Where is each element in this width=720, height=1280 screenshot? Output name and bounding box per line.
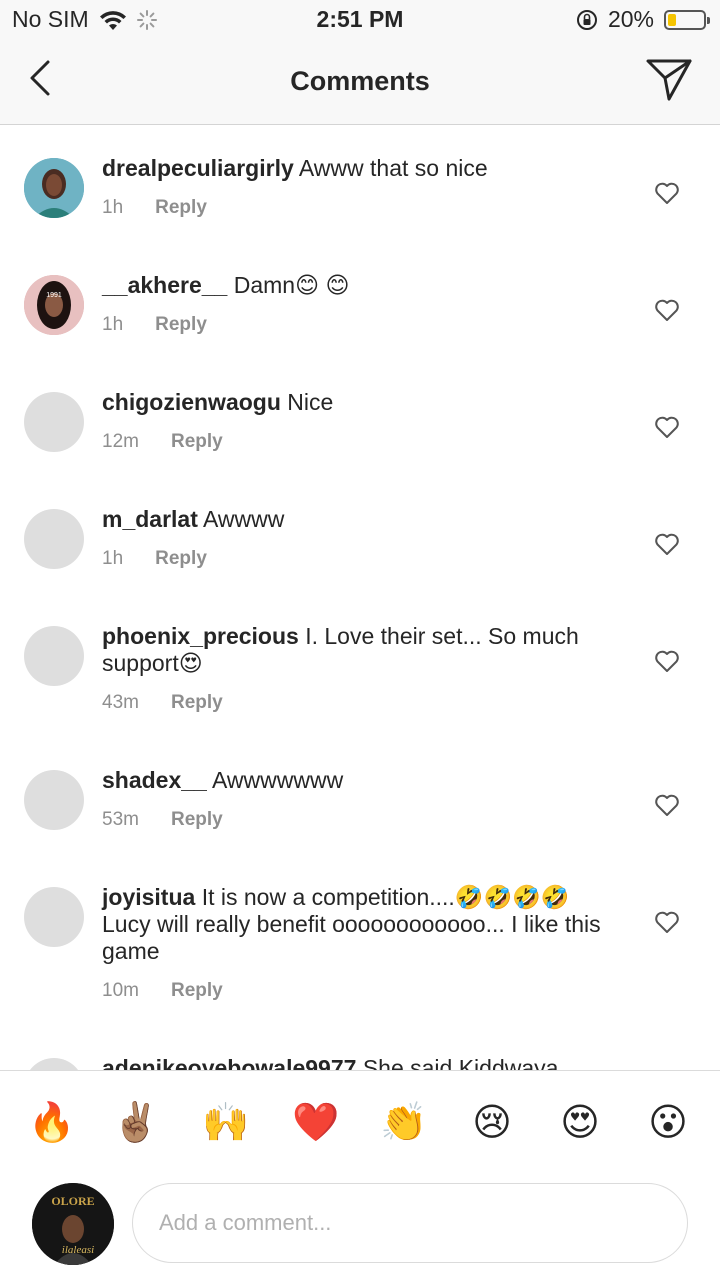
comment-body: Awwww: [203, 506, 285, 532]
comment-time: 10m: [102, 980, 139, 1001]
avatar-photo-icon: OLORE ilaleasi: [32, 1183, 114, 1265]
heart-outline-icon[interactable]: [654, 298, 680, 322]
heart-outline-icon[interactable]: [654, 793, 680, 817]
comment-body: Damn😊 😊: [233, 272, 350, 298]
emoji-clap-button[interactable]: 👏: [380, 1099, 428, 1147]
comment-username[interactable]: shadex__: [102, 767, 207, 793]
comment-text: phoenix_precious I. Love their set... So…: [102, 623, 622, 677]
comment-time: 1h: [102, 197, 124, 218]
comment-body: Nice: [287, 389, 334, 415]
my-avatar[interactable]: OLORE ilaleasi: [32, 1183, 114, 1265]
comment-input-container: [132, 1183, 688, 1263]
comment-text: chigozienwaogu Nice: [102, 389, 622, 416]
orientation-lock-icon: [576, 9, 597, 30]
comment-text: drealpeculiargirly Awww that so nice: [102, 155, 622, 182]
comment-meta: 1h Reply: [102, 197, 207, 219]
comment-body: She said Kiddwaya: [362, 1055, 559, 1070]
comment-time: 43m: [102, 692, 139, 713]
avatar[interactable]: [24, 158, 84, 218]
paper-plane-icon[interactable]: [644, 54, 694, 104]
comment-username[interactable]: m_darlat: [102, 506, 198, 532]
comment-text: adenikeoyebowale9977 She said Kiddwaya: [102, 1055, 622, 1070]
comment-text: __akhere__ Damn😊 😊: [102, 272, 622, 299]
comment-time: 1h: [102, 314, 124, 335]
comment-time: 1h: [102, 548, 124, 569]
comment-username[interactable]: joyisitua: [102, 884, 195, 910]
comment-meta: 10m Reply: [102, 980, 223, 1002]
reply-button[interactable]: Reply: [171, 809, 223, 831]
avatar-photo-icon: [24, 158, 84, 218]
avatar-label-top: OLORE: [51, 1194, 94, 1208]
emoji-bar: 🔥 ✌🏽 🙌 ❤️ 👏 😢 😍 😮: [0, 1070, 720, 1179]
comment-meta: 1h Reply: [102, 314, 207, 336]
comment-username[interactable]: chigozienwaogu: [102, 389, 281, 415]
reply-button[interactable]: Reply: [171, 431, 223, 453]
avatar[interactable]: [24, 392, 84, 452]
comment-meta: 43m Reply: [102, 692, 223, 714]
comment-meta: 12m Reply: [102, 431, 223, 453]
comment-input[interactable]: [157, 1184, 661, 1262]
heart-outline-icon[interactable]: [654, 181, 680, 205]
emoji-surprised-button[interactable]: 😮: [644, 1099, 692, 1147]
comment-text: shadex__ Awwwwwww: [102, 767, 622, 794]
battery-percent: 20%: [607, 6, 654, 32]
avatar[interactable]: 1991: [24, 275, 84, 335]
comment-text: m_darlat Awwww: [102, 506, 622, 533]
emoji-fire-button[interactable]: 🔥: [28, 1099, 76, 1147]
reply-button[interactable]: Reply: [155, 197, 207, 219]
heart-outline-icon[interactable]: [654, 649, 680, 673]
comments-list[interactable]: drealpeculiargirly Awww that so nice 1h …: [0, 125, 720, 1070]
comment-time: 53m: [102, 809, 139, 830]
comment-username[interactable]: phoenix_precious: [102, 623, 299, 649]
comment-body: Awwwwwww: [211, 767, 344, 793]
avatar[interactable]: [24, 887, 84, 947]
emoji-victory-button[interactable]: ✌🏽: [112, 1099, 160, 1147]
comment-meta: 53m Reply: [102, 809, 223, 831]
avatar-label-script: ilaleasi: [62, 1244, 94, 1256]
emoji-raised-hands-button[interactable]: 🙌: [202, 1099, 250, 1147]
battery-icon: [664, 9, 710, 30]
emoji-heart-button[interactable]: ❤️: [292, 1099, 340, 1147]
reply-button[interactable]: Reply: [155, 548, 207, 570]
avatar[interactable]: [24, 509, 84, 569]
heart-outline-icon[interactable]: [654, 910, 680, 934]
emoji-heart-eyes-button[interactable]: 😍: [556, 1099, 604, 1147]
reply-button[interactable]: Reply: [171, 980, 223, 1002]
avatar-photo-icon: 1991: [24, 275, 84, 335]
avatar[interactable]: [24, 770, 84, 830]
battery-nub: [707, 16, 710, 24]
avatar-label: 1991: [46, 292, 62, 299]
heart-outline-icon[interactable]: [654, 415, 680, 439]
comment-text: joyisitua It is now a competition....🤣🤣🤣…: [102, 884, 622, 965]
avatar[interactable]: [24, 1058, 84, 1070]
reply-button[interactable]: Reply: [155, 314, 207, 336]
page-title: Comments: [290, 66, 430, 96]
comment-composer: OLORE ilaleasi: [0, 1178, 720, 1280]
comment-meta: 1h Reply: [102, 548, 207, 570]
status-bar: No SIM 2:51 PM 20%: [0, 0, 720, 40]
comment-username[interactable]: drealpeculiargirly: [102, 155, 294, 181]
comment-time: 12m: [102, 431, 139, 452]
status-right: 20%: [576, 6, 710, 33]
emoji-crying-button[interactable]: 😢: [468, 1099, 516, 1147]
comment-username[interactable]: adenikeoyebowale9977: [102, 1055, 356, 1070]
comment-username[interactable]: __akhere__: [102, 272, 227, 298]
heart-outline-icon[interactable]: [654, 532, 680, 556]
comment-body: Awww that so nice: [298, 155, 488, 181]
header: Comments: [0, 40, 720, 125]
reply-button[interactable]: Reply: [171, 692, 223, 714]
battery-fill: [668, 13, 676, 26]
avatar[interactable]: [24, 626, 84, 686]
